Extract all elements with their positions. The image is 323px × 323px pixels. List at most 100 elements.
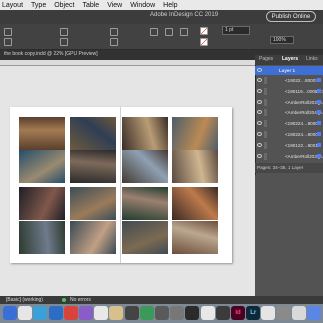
dock-app-icon[interactable] bbox=[3, 306, 17, 320]
eye-icon[interactable] bbox=[257, 88, 262, 93]
shear-icon[interactable] bbox=[110, 38, 118, 46]
dock-app-icon[interactable] bbox=[33, 306, 48, 320]
height-icon[interactable] bbox=[60, 38, 68, 46]
eye-icon[interactable] bbox=[257, 121, 262, 126]
lock-column[interactable] bbox=[264, 141, 267, 149]
dock-app-icon[interactable] bbox=[185, 306, 200, 320]
photo-frame[interactable] bbox=[172, 221, 218, 254]
stroke-weight-field[interactable]: 1 pt bbox=[222, 26, 250, 35]
dock-app-icon[interactable] bbox=[124, 306, 139, 320]
selection-square-icon[interactable] bbox=[317, 110, 321, 115]
photo-frame[interactable] bbox=[70, 187, 116, 220]
menu-window[interactable]: Window bbox=[130, 2, 155, 9]
tab-links[interactable]: Links bbox=[306, 56, 318, 62]
photo-frame[interactable] bbox=[122, 221, 168, 254]
layer-header-row[interactable]: Layer 1 bbox=[255, 66, 323, 75]
photo-frame[interactable] bbox=[172, 117, 218, 150]
eye-icon[interactable] bbox=[257, 153, 262, 158]
photo-frame[interactable] bbox=[70, 117, 116, 150]
photo-frame[interactable] bbox=[70, 221, 116, 254]
photo-frame[interactable] bbox=[172, 150, 218, 183]
dock-app-icon[interactable] bbox=[291, 306, 306, 320]
flip-icon[interactable] bbox=[150, 28, 158, 36]
lock-column[interactable] bbox=[264, 131, 267, 138]
publish-online-button[interactable]: Publish Online bbox=[266, 11, 316, 22]
dock-app-icon[interactable] bbox=[139, 306, 154, 320]
lock-column[interactable] bbox=[264, 98, 267, 106]
select-content-icon[interactable] bbox=[180, 28, 188, 36]
lock-column[interactable] bbox=[264, 152, 267, 160]
dock-app-icon[interactable] bbox=[109, 306, 124, 320]
dock-app-icon[interactable] bbox=[215, 306, 230, 320]
dock-app-icon[interactable] bbox=[94, 306, 109, 320]
layer-item-name: <19022…8000> bbox=[285, 78, 318, 83]
menu-type[interactable]: Type bbox=[31, 2, 46, 9]
lock-column[interactable] bbox=[264, 77, 267, 84]
layer-item[interactable]: <190224…8000> bbox=[255, 130, 323, 139]
photo-frame[interactable] bbox=[172, 187, 218, 220]
photo-frame[interactable] bbox=[19, 187, 65, 220]
lock-column[interactable] bbox=[264, 120, 267, 128]
dock-app-icon[interactable] bbox=[63, 306, 78, 320]
tab-pages[interactable]: Pages bbox=[259, 56, 273, 62]
dock-app-icon[interactable] bbox=[200, 306, 215, 320]
tab-layers[interactable]: Layers bbox=[282, 56, 298, 62]
photo-frame[interactable] bbox=[19, 150, 65, 183]
zoom-field[interactable]: 100% bbox=[270, 36, 294, 44]
layer-item[interactable]: <AmberRoll204.jp…> bbox=[255, 108, 323, 117]
selection-square-icon[interactable] bbox=[317, 78, 321, 82]
photo-frame[interactable] bbox=[19, 117, 65, 150]
select-container-icon[interactable] bbox=[165, 28, 173, 36]
preflight-icon bbox=[62, 298, 66, 302]
selection-square-icon[interactable] bbox=[317, 153, 321, 158]
layer-item[interactable]: <AmberRoll203.jp…> bbox=[255, 152, 323, 161]
layer-item[interactable]: <190224…8000> bbox=[255, 119, 323, 128]
eye-icon[interactable] bbox=[257, 78, 262, 82]
lock-column[interactable] bbox=[264, 109, 267, 117]
photo-frame[interactable] bbox=[122, 150, 168, 183]
menu-view[interactable]: View bbox=[107, 2, 122, 9]
eye-icon[interactable] bbox=[257, 68, 262, 72]
selection-square-icon[interactable] bbox=[317, 121, 321, 126]
stroke-swatch-icon[interactable] bbox=[200, 38, 208, 46]
eye-icon[interactable] bbox=[257, 110, 262, 115]
page-status-field[interactable]: [Basic] (working) bbox=[6, 297, 43, 303]
selection-square-icon[interactable] bbox=[317, 142, 321, 147]
fill-swatch-icon[interactable] bbox=[200, 27, 208, 35]
dock-app-icon[interactable] bbox=[155, 306, 169, 320]
dock-app-icon[interactable]: Id bbox=[231, 306, 245, 320]
rotate-icon[interactable] bbox=[110, 28, 118, 36]
layer-item-name: <190224…8000> bbox=[285, 132, 321, 137]
eye-icon[interactable] bbox=[257, 99, 262, 104]
dock-app-icon[interactable] bbox=[261, 306, 276, 320]
photo-frame[interactable] bbox=[70, 150, 116, 183]
dock-app-icon[interactable] bbox=[276, 306, 291, 320]
dock-app-icon[interactable] bbox=[48, 306, 63, 320]
menu-object[interactable]: Object bbox=[54, 2, 74, 9]
document-tab[interactable]: the book copy.indd @ 22% [GPU Preview] bbox=[4, 51, 98, 57]
dock-app-icon[interactable]: Lr bbox=[246, 306, 261, 320]
selection-square-icon[interactable] bbox=[317, 132, 321, 136]
lock-column[interactable] bbox=[264, 87, 267, 95]
eye-icon[interactable] bbox=[257, 132, 262, 136]
photo-frame[interactable] bbox=[122, 117, 168, 150]
menu-table[interactable]: Table bbox=[82, 2, 99, 9]
selection-square-icon[interactable] bbox=[317, 88, 321, 93]
dock-app-icon[interactable] bbox=[307, 306, 321, 320]
photo-frame[interactable] bbox=[19, 221, 65, 254]
eye-icon[interactable] bbox=[257, 142, 262, 147]
layer-item[interactable]: <190122…8001> bbox=[255, 141, 323, 150]
layer-item[interactable]: <19022…8000> bbox=[255, 76, 323, 85]
dock-app-icon[interactable] bbox=[170, 306, 185, 320]
layer-item[interactable]: <AmberRoll203.jp…> bbox=[255, 98, 323, 107]
dock-app-icon[interactable] bbox=[18, 306, 33, 320]
width-icon[interactable] bbox=[60, 28, 68, 36]
y-position-icon[interactable] bbox=[4, 38, 12, 46]
menu-help[interactable]: Help bbox=[163, 2, 177, 9]
x-position-icon[interactable] bbox=[4, 28, 12, 36]
selection-square-icon[interactable] bbox=[317, 99, 321, 104]
photo-frame[interactable] bbox=[122, 187, 168, 220]
menu-layout[interactable]: Layout bbox=[2, 2, 23, 9]
layer-item[interactable]: <190119…0005 2> bbox=[255, 87, 323, 96]
dock-app-icon[interactable] bbox=[79, 306, 93, 320]
